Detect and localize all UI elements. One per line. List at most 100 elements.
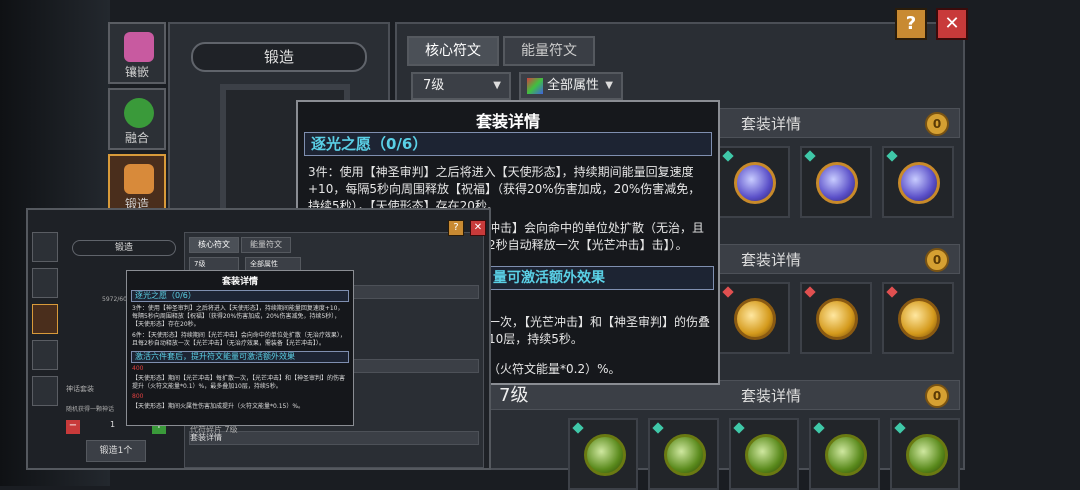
mini-help-button[interactable]: ? [448, 220, 464, 236]
rune-slot[interactable] [800, 282, 872, 354]
rune-gem-icon [825, 434, 868, 476]
set-details-label: 套装详情 [741, 387, 802, 405]
tab-fuse[interactable]: 融合 [108, 88, 166, 150]
rune-slot[interactable] [882, 146, 954, 218]
rune-slot[interactable] [568, 418, 639, 490]
mini-popup-extra1: 【天使形态】期间【光芒冲击】每扩散一次，【光芒冲击】和【神圣审判】的伤害提升（火… [132, 375, 346, 390]
mini-popup-req2: 800 [132, 393, 144, 400]
coin-icon[interactable]: 0 [925, 248, 949, 272]
mini-popup-three-piece: 3件：使用【神圣审判】之后将进入【天使形态】，持续期间能量回复速度+10，每隔5… [132, 305, 344, 328]
mini-popup-extra-title: 激活六件套后，提升符文能量可激活额外效果 [131, 351, 349, 363]
mini-rune-tabs: 核心符文 能量符文 [189, 237, 291, 253]
diamond-icon [733, 422, 745, 434]
diamond-icon [652, 422, 665, 434]
tab-forge[interactable]: 锻造 [108, 154, 166, 216]
mini-popup-six-piece: 6件：【天使形态】持续期间【光芒冲击】会向命中的单位处扩散（无治疗效果），且每2… [132, 332, 346, 347]
attribute-swatch-icon [527, 77, 543, 94]
rune-gem-icon [905, 434, 948, 476]
mini-set-label: 神话套装 [66, 385, 94, 393]
level-dropdown[interactable]: 7级 ▼ [411, 72, 511, 100]
mini-popup-extra2: 【天使形态】期间火属性伤害加成提升（火符文能量*0.15）%。 [132, 403, 305, 410]
coin-icon[interactable]: 0 [925, 112, 949, 136]
close-button[interactable]: ✕ [936, 8, 968, 40]
mini-tab-other-2[interactable] [32, 376, 58, 406]
fuse-icon [124, 98, 154, 128]
mini-minus-button[interactable]: − [66, 420, 80, 434]
rune-gem-icon [898, 162, 940, 204]
tab-inlay[interactable]: 镶嵌 [108, 22, 166, 84]
rune-slot[interactable] [718, 282, 790, 354]
tab-fuse-label: 融合 [124, 131, 149, 145]
attribute-dropdown[interactable]: 全部属性 ▼ [519, 72, 623, 100]
set-name: 逐光之愿（0/6） [304, 132, 712, 156]
rune-gem-icon [816, 162, 858, 204]
anvil-icon [124, 164, 154, 194]
rune-gem-icon [744, 434, 787, 476]
rune-gem-icon [734, 162, 776, 204]
set-row: 7级 套装详情 0 [410, 380, 961, 490]
row-level-label: 7级 [499, 385, 529, 406]
attribute-dropdown-value: 全部属性 [547, 78, 600, 93]
rune-gem-icon [584, 434, 626, 476]
rune-slot[interactable] [889, 418, 961, 490]
set-details-label: 套装详情 [741, 251, 802, 269]
diamond-icon [813, 422, 825, 434]
popup-title: 套装详情 [475, 112, 540, 131]
tab-energy-rune[interactable]: 能量符文 [503, 36, 595, 66]
rune-slot[interactable] [882, 282, 954, 354]
mini-tab-forge[interactable] [32, 304, 58, 334]
mini-tab-energy-rune[interactable]: 能量符文 [241, 237, 291, 253]
diamond-icon [722, 286, 734, 298]
rune-gem-icon [898, 298, 940, 340]
mini-popup-set-name: 逐光之愿（0/6） [131, 290, 349, 302]
mini-tab-inlay[interactable] [32, 232, 58, 262]
mini-set-details-popup: 套装详情 逐光之愿（0/6） 3件：使用【神圣审判】之后将进入【天使形态】，持续… [126, 270, 354, 426]
diamond-icon [893, 422, 906, 434]
rune-slot[interactable] [809, 418, 880, 490]
mini-popup-req1: 400 [132, 365, 144, 372]
mini-tab-core-rune[interactable]: 核心符文 [189, 237, 239, 253]
tab-core-rune[interactable]: 核心符文 [407, 36, 499, 66]
filter-bar: 7级 ▼ 全部属性 ▼ [411, 72, 623, 100]
tab-inlay-label: 镶嵌 [124, 65, 149, 79]
diamond-icon [886, 150, 898, 162]
rune-gem-icon [734, 298, 776, 340]
level-dropdown-value: 7级 [423, 78, 445, 93]
rune-slot[interactable] [728, 418, 800, 490]
mini-tab-column [32, 232, 60, 412]
diamond-icon [886, 286, 898, 298]
mini-close-button[interactable]: ✕ [470, 220, 486, 236]
rune-slot[interactable] [800, 146, 872, 218]
rune-slot[interactable] [718, 146, 790, 218]
extra-effect-text-2: 升（火符文能量*0.2）%。 [476, 362, 621, 376]
six-piece-effect-partial: 芒冲击】会向命中的单位处扩散（无治，且每2秒自动释放一次【光芒冲击】击】）。 [476, 221, 705, 252]
mini-level-dropdown[interactable]: 7级 [189, 257, 239, 271]
rune-gem-icon [664, 434, 707, 476]
left-tab-column: 镶嵌 融合 锻造 [108, 22, 168, 220]
chevron-down-icon: ▼ [605, 80, 613, 91]
extra-effect-title: 量可激活额外效果 [474, 266, 714, 290]
diamond-icon [804, 286, 816, 298]
mini-attribute-dropdown[interactable]: 全部属性 [245, 257, 301, 271]
rune-slots [410, 410, 961, 490]
help-button[interactable]: ? [895, 8, 927, 40]
chevron-down-icon: ▼ [493, 80, 501, 91]
diamond-icon [804, 150, 816, 162]
rune-tabs: 核心符文 能量符文 [407, 36, 595, 66]
extra-effect-text: 散一次，【光芒冲击】和【神圣审判】的伤叠加10层，持续5秒。 [476, 315, 711, 346]
coin-icon[interactable]: 0 [925, 384, 949, 408]
mini-forge-button[interactable]: 锻造1个 [86, 440, 146, 462]
forge-title: 锻造 [191, 42, 367, 72]
rune-slot[interactable] [648, 418, 719, 490]
diamond-icon [722, 150, 734, 162]
rune-gem-icon [816, 298, 858, 340]
mini-random-label: 随机获得一颗神话 [66, 406, 115, 413]
mini-forge-title: 锻造 [72, 240, 176, 256]
mini-tab-other[interactable] [32, 340, 58, 370]
mini-popup-title: 套装详情 [221, 277, 258, 287]
inlay-icon [124, 32, 154, 62]
set-details-label: 套装详情 [741, 115, 802, 133]
mini-tab-fuse[interactable] [32, 268, 58, 298]
diamond-icon [572, 422, 584, 434]
mini-quantity: 1 [110, 420, 116, 429]
